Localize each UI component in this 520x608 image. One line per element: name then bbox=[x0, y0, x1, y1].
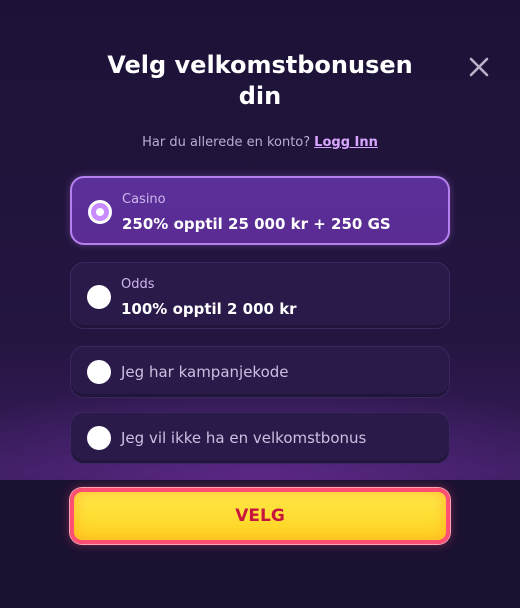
close-button[interactable] bbox=[466, 54, 492, 80]
login-link[interactable]: Logg Inn bbox=[314, 135, 378, 150]
option-label: 100% opptil 2 000 kr bbox=[121, 300, 297, 318]
option-category: Casino bbox=[122, 192, 166, 207]
option-label: Jeg har kampanjekode bbox=[121, 363, 289, 381]
radio-icon[interactable] bbox=[87, 360, 111, 384]
radio-icon[interactable] bbox=[87, 285, 111, 309]
choose-button[interactable]: VELG bbox=[70, 488, 450, 544]
login-prompt-line: Har du allerede en konto? Logg Inn bbox=[0, 135, 520, 150]
option-label: Jeg vil ikke ha en velkomstbonus bbox=[121, 429, 367, 447]
page-title: Velg velkomstbonusen din bbox=[107, 51, 413, 110]
option-no-bonus[interactable]: Jeg vil ikke ha en velkomstbonus bbox=[70, 412, 450, 464]
login-prompt: Har du allerede en konto? bbox=[142, 135, 311, 150]
radio-selected-icon[interactable] bbox=[88, 200, 112, 224]
option-campaign-code[interactable]: Jeg har kampanjekode bbox=[70, 346, 450, 398]
close-icon bbox=[469, 57, 489, 77]
option-odds[interactable]: Odds 100% opptil 2 000 kr bbox=[70, 262, 450, 329]
radio-icon[interactable] bbox=[87, 426, 111, 450]
option-label: 250% opptil 25 000 kr + 250 GS bbox=[122, 215, 391, 233]
option-category: Odds bbox=[121, 277, 155, 292]
option-casino[interactable]: Casino 250% opptil 25 000 kr + 250 GS bbox=[70, 176, 450, 245]
